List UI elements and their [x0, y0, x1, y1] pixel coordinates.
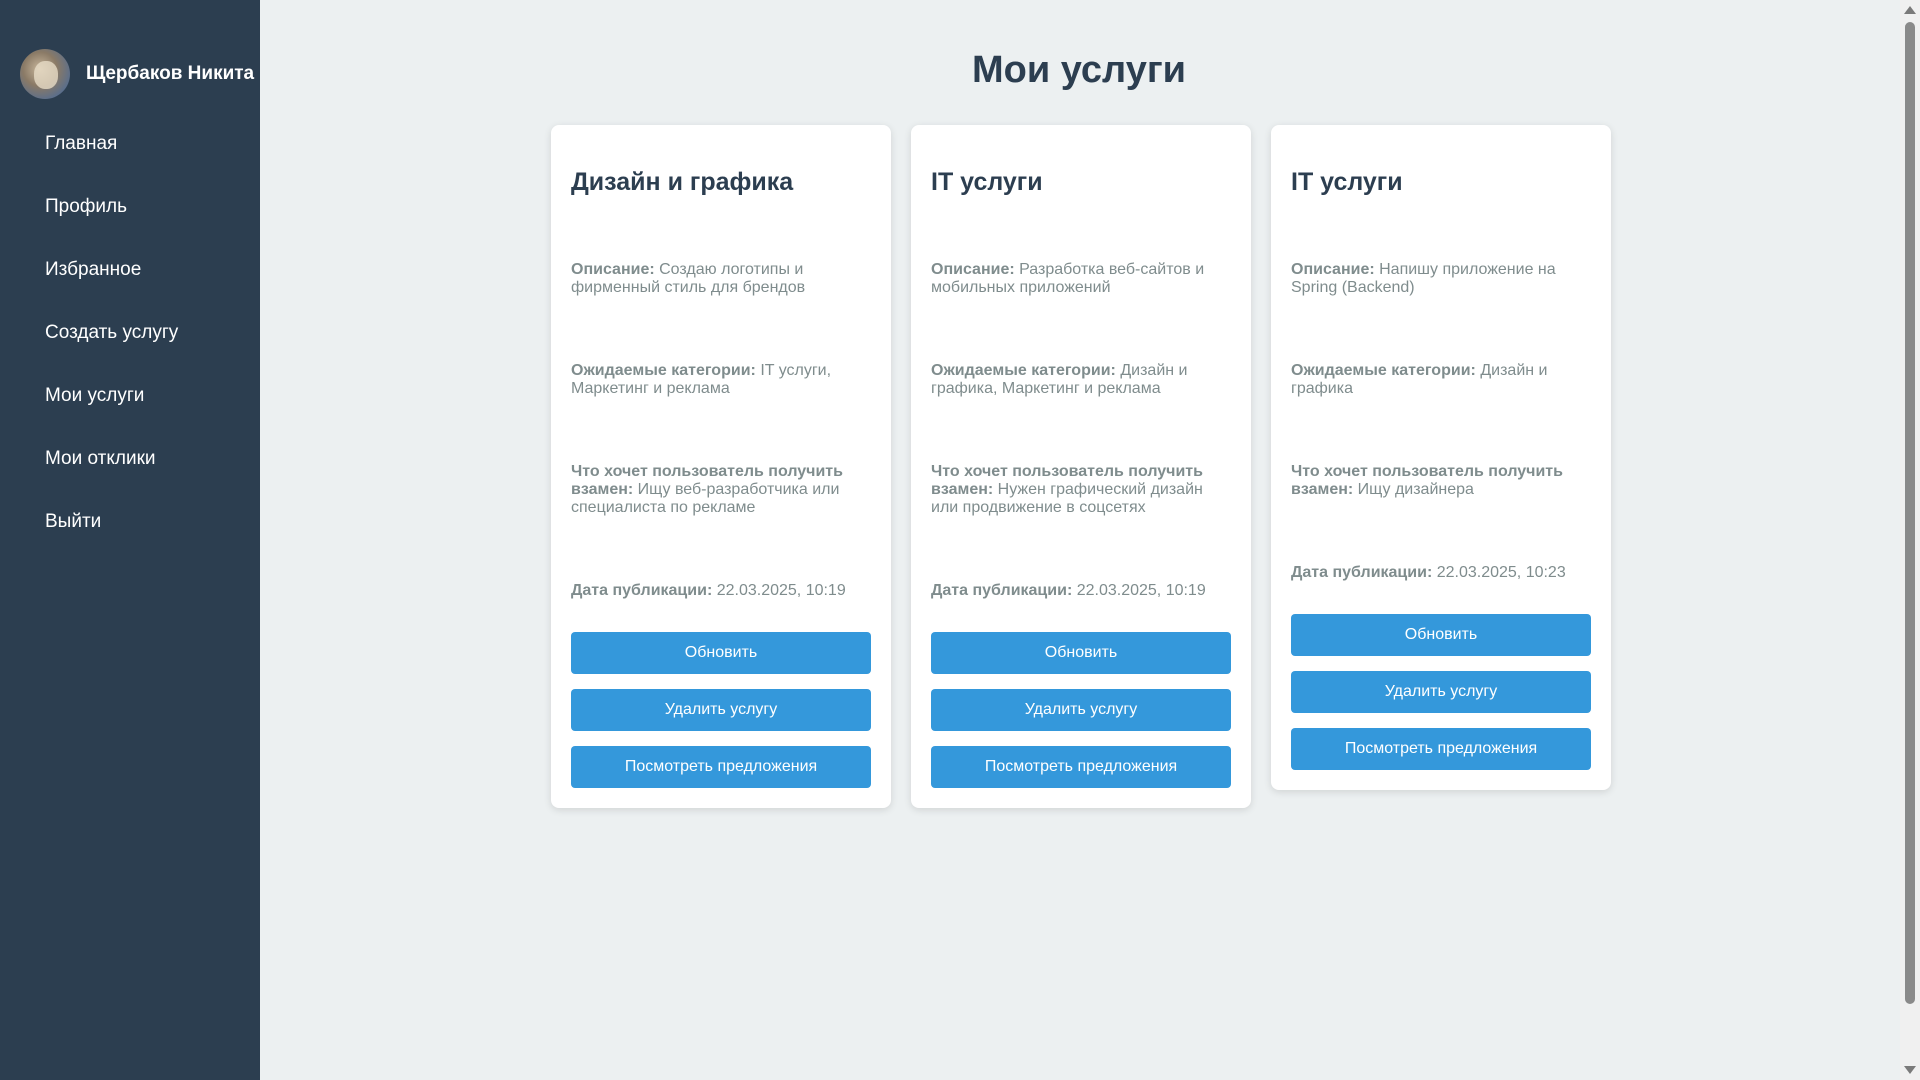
sidebar-item-create-service[interactable]: Создать услугу — [0, 313, 260, 376]
description-label: Описание: — [1291, 261, 1375, 278]
scroll-down-arrow-icon[interactable] — [1904, 1066, 1916, 1074]
service-title: Дизайн и графика — [571, 168, 794, 196]
service-date: Дата публикации: 22.03.2025, 10:19 — [571, 582, 871, 600]
sidebar-nav: Главная Профиль Избранное Создать услугу… — [0, 124, 260, 565]
vertical-scrollbar[interactable] — [1900, 0, 1920, 1080]
service-title: IT услуги — [931, 168, 1043, 196]
avatar[interactable] — [20, 49, 70, 99]
service-description: Описание: Создаю логотипы и фирменный ст… — [571, 261, 871, 297]
update-button[interactable]: Обновить — [1291, 614, 1591, 656]
scrollbar-thumb[interactable] — [1905, 22, 1915, 1004]
date-value: 22.03.2025, 10:19 — [1076, 582, 1206, 599]
service-card: IT услуги Описание: Разработка веб-сайто… — [911, 125, 1251, 808]
sidebar: Щербаков Никита Главная Профиль Избранно… — [0, 0, 260, 1080]
sidebar-item-my-responses[interactable]: Мои отклики — [0, 439, 260, 502]
wants-value: Ищу дизайнера — [1357, 481, 1474, 498]
service-description: Описание: Разработка веб-сайтов и мобиль… — [931, 261, 1231, 297]
page-title: Мои услуги — [971, 49, 1187, 91]
categories-label: Ожидаемые категории: — [1291, 362, 1476, 379]
date-label: Дата публикации: — [931, 582, 1073, 599]
view-offers-button[interactable]: Посмотреть предложения — [571, 746, 871, 788]
service-categories: Ожидаемые категории: Дизайн и графика — [1291, 362, 1591, 398]
update-button[interactable]: Обновить — [931, 632, 1231, 674]
scroll-up-arrow-icon[interactable] — [1904, 6, 1916, 14]
service-card: Дизайн и графика Описание: Создаю логоти… — [551, 125, 891, 808]
service-wants: Что хочет пользователь получить взамен: … — [571, 463, 871, 517]
categories-label: Ожидаемые категории: — [931, 362, 1116, 379]
service-wants: Что хочет пользователь получить взамен: … — [931, 463, 1231, 517]
date-value: 22.03.2025, 10:23 — [1436, 564, 1566, 581]
delete-service-button[interactable]: Удалить услугу — [931, 689, 1231, 731]
service-card: IT услуги Описание: Напишу приложение на… — [1271, 125, 1611, 790]
sidebar-item-my-services[interactable]: Мои услуги — [0, 376, 260, 439]
categories-label: Ожидаемые категории: — [571, 362, 756, 379]
date-label: Дата публикации: — [571, 582, 713, 599]
description-label: Описание: — [931, 261, 1015, 278]
delete-service-button[interactable]: Удалить услугу — [1291, 671, 1591, 713]
sidebar-item-home[interactable]: Главная — [0, 124, 260, 187]
services-list: Дизайн и графика Описание: Создаю логоти… — [551, 125, 1611, 808]
service-date: Дата публикации: 22.03.2025, 10:19 — [931, 582, 1231, 600]
sidebar-item-favorites[interactable]: Избранное — [0, 250, 260, 313]
service-description: Описание: Напишу приложение на Spring (B… — [1291, 261, 1591, 297]
description-label: Описание: — [571, 261, 655, 278]
service-title: IT услуги — [1291, 168, 1403, 196]
delete-service-button[interactable]: Удалить услугу — [571, 689, 871, 731]
view-offers-button[interactable]: Посмотреть предложения — [1291, 728, 1591, 770]
date-label: Дата публикации: — [1291, 564, 1433, 581]
service-categories: Ожидаемые категории: Дизайн и графика, М… — [931, 362, 1231, 398]
service-wants: Что хочет пользователь получить взамен: … — [1291, 463, 1591, 499]
sidebar-item-profile[interactable]: Профиль — [0, 187, 260, 250]
update-button[interactable]: Обновить — [571, 632, 871, 674]
user-block[interactable]: Щербаков Никита — [20, 49, 254, 99]
service-categories: Ожидаемые категории: IT услуги, Маркетин… — [571, 362, 871, 398]
user-name[interactable]: Щербаков Никита — [86, 63, 254, 85]
sidebar-item-logout[interactable]: Выйти — [0, 502, 260, 565]
service-date: Дата публикации: 22.03.2025, 10:23 — [1291, 564, 1591, 582]
view-offers-button[interactable]: Посмотреть предложения — [931, 746, 1231, 788]
date-value: 22.03.2025, 10:19 — [716, 582, 846, 599]
